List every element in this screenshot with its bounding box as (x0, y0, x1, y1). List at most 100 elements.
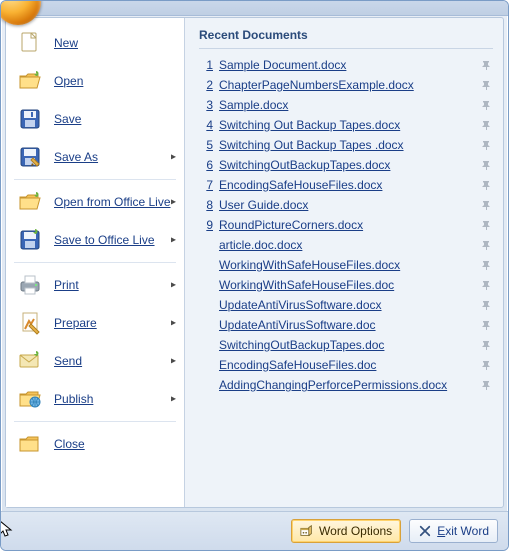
recent-doc-name: Sample.docx (219, 98, 479, 112)
recent-doc-name: EncodingSafeHouseFiles.doc (219, 358, 479, 372)
submenu-arrow-icon: ▸ (171, 394, 176, 405)
menu-label: Print (54, 278, 79, 292)
menu-label: Save (54, 112, 81, 126)
recent-doc-number: 4 (199, 118, 213, 132)
menu-label: New (54, 36, 78, 50)
recent-doc-name: UpdateAntiVirusSoftware.docx (219, 298, 479, 312)
office-menu-popup: NewOpenSaveSave As▸Open from Office Live… (0, 0, 509, 551)
recent-doc-name: UpdateAntiVirusSoftware.doc (219, 318, 479, 332)
print-icon (16, 271, 44, 299)
recent-doc[interactable]: 8 User Guide.docx (199, 195, 493, 215)
menu-saveas[interactable]: Save As ▸ (6, 138, 184, 176)
pin-icon[interactable] (479, 98, 493, 112)
menu-print[interactable]: Print▸ (6, 266, 184, 304)
recent-doc[interactable]: 7EncodingSafeHouseFiles.docx (199, 175, 493, 195)
menu-save[interactable]: Save (6, 100, 184, 138)
exit-word-button[interactable]: Exit Word (409, 519, 498, 543)
menu-separator (14, 262, 176, 263)
recent-doc[interactable]: 9RoundPictureCorners.docx (199, 215, 493, 235)
exit-word-label: Exit Word (437, 524, 489, 538)
word-options-label: ​Word Options (319, 524, 392, 538)
pin-icon[interactable] (479, 78, 493, 92)
recent-doc-name: User Guide.docx (219, 198, 479, 212)
menu-label: Save As (54, 150, 98, 164)
menu-label: Close (54, 437, 85, 451)
pin-icon[interactable] (479, 138, 493, 152)
title-strip (1, 1, 508, 16)
recent-doc[interactable]: 5 Switching Out Backup Tapes .docx (199, 135, 493, 155)
menu-label: Open from Office Live (54, 195, 171, 209)
menu-separator (14, 179, 176, 180)
submenu-arrow-icon: ▸ (171, 318, 176, 329)
ofsave-icon (16, 226, 44, 254)
recent-doc-number: 6 (199, 158, 213, 172)
recent-doc[interactable]: article.doc.docx (199, 235, 493, 255)
menu-close[interactable]: Close (6, 425, 184, 463)
menu-label: Prepare (54, 316, 97, 330)
close-icon (418, 524, 432, 538)
pin-icon[interactable] (479, 318, 493, 332)
recent-doc[interactable]: 6 SwitchingOutBackupTapes.docx (199, 155, 493, 175)
pin-icon[interactable] (479, 178, 493, 192)
recent-doc[interactable]: EncodingSafeHouseFiles.doc (199, 355, 493, 375)
pin-icon[interactable] (479, 338, 493, 352)
pin-icon[interactable] (479, 258, 493, 272)
pin-icon[interactable] (479, 378, 493, 392)
menu-prepare[interactable]: Prepare ▸ (6, 304, 184, 342)
recent-doc[interactable]: AddingChangingPerforcePermissions.docx (199, 375, 493, 395)
recent-doc-number: 1 (199, 58, 213, 72)
recent-doc-name: WorkingWithSafeHouseFiles.doc (219, 278, 479, 292)
menu-open[interactable]: Open (6, 62, 184, 100)
recent-doc[interactable]: WorkingWithSafeHouseFiles.doc (199, 275, 493, 295)
recent-doc-number: 3 (199, 98, 213, 112)
recent-doc-number: 8 (199, 198, 213, 212)
menu-send[interactable]: Send ▸ (6, 342, 184, 380)
recent-doc-name: WorkingWithSafeHouseFiles.docx (219, 258, 479, 272)
send-icon (16, 347, 44, 375)
prepare-icon (16, 309, 44, 337)
recent-doc[interactable]: SwitchingOutBackupTapes.doc (199, 335, 493, 355)
menu-ofsave[interactable]: Save to Office Live▸ (6, 221, 184, 259)
word-options-button[interactable]: ​Word Options (291, 519, 401, 543)
pin-icon[interactable] (479, 158, 493, 172)
recent-doc[interactable]: 2ChapterPageNumbersExample.docx (199, 75, 493, 95)
main-menu: NewOpenSaveSave As▸Open from Office Live… (6, 18, 185, 507)
pin-icon[interactable] (479, 118, 493, 132)
pin-icon[interactable] (479, 58, 493, 72)
submenu-arrow-icon: ▸ (171, 197, 176, 208)
recent-doc-number: 5 (199, 138, 213, 152)
submenu-arrow-icon: ▸ (171, 356, 176, 367)
recent-doc[interactable]: UpdateAntiVirusSoftware.docx (199, 295, 493, 315)
recent-doc[interactable]: 3 Sample.docx (199, 95, 493, 115)
open-icon (16, 67, 44, 95)
pin-icon[interactable] (479, 358, 493, 372)
pin-icon[interactable] (479, 218, 493, 232)
recent-doc[interactable]: UpdateAntiVirusSoftware.doc (199, 315, 493, 335)
menu-new[interactable]: New (6, 24, 184, 62)
pin-icon[interactable] (479, 278, 493, 292)
menu-publish[interactable]: Publish ▸ (6, 380, 184, 418)
recent-doc-name: Switching Out Backup Tapes .docx (219, 138, 479, 152)
recent-doc-name: SwitchingOutBackupTapes.doc (219, 338, 479, 352)
submenu-arrow-icon: ▸ (171, 152, 176, 163)
options-icon (300, 524, 314, 538)
new-icon (16, 29, 44, 57)
pin-icon[interactable] (479, 238, 493, 252)
recent-documents-header: Recent Documents (199, 26, 493, 49)
menu-ofopen[interactable]: Open from Office Live▸ (6, 183, 184, 221)
recent-doc[interactable]: 1Sample Document.docx (199, 55, 493, 75)
recent-doc-name: SwitchingOutBackupTapes.docx (219, 158, 479, 172)
save-icon (16, 105, 44, 133)
pin-icon[interactable] (479, 198, 493, 212)
menu-label: Publish (54, 392, 93, 406)
menu-label: Send (54, 354, 82, 368)
footer-bar: ​Word Options Exit Word (1, 511, 508, 550)
menu-label: Open (54, 74, 83, 88)
recent-doc[interactable]: WorkingWithSafeHouseFiles.docx (199, 255, 493, 275)
recent-documents-list: 1Sample Document.docx2ChapterPageNumbers… (199, 55, 493, 395)
recent-doc[interactable]: 4Switching Out Backup Tapes.docx (199, 115, 493, 135)
recent-doc-name: EncodingSafeHouseFiles.docx (219, 178, 479, 192)
menu-body: NewOpenSaveSave As▸Open from Office Live… (5, 17, 504, 508)
close-icon (16, 430, 44, 458)
pin-icon[interactable] (479, 298, 493, 312)
